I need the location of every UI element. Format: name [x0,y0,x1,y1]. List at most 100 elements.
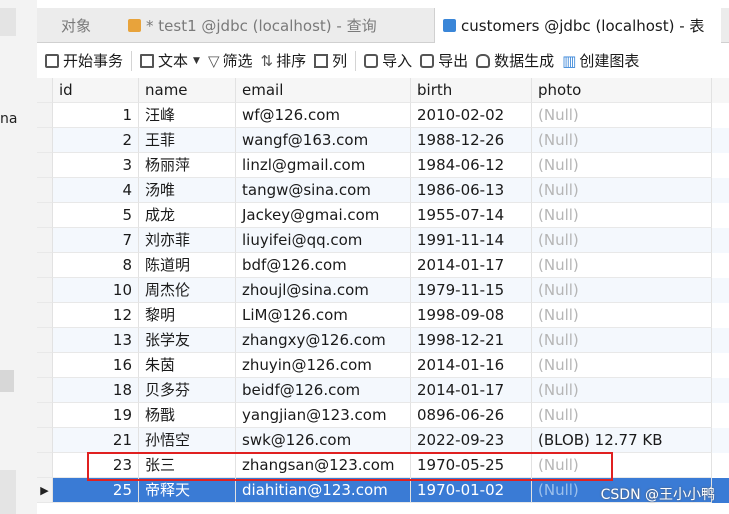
sidebar-scroll-bottom[interactable] [0,470,16,514]
cell-email[interactable]: beidf@126.com [236,378,411,403]
cell-name[interactable]: 孙悟空 [139,428,236,453]
cell-id[interactable]: 5 [53,203,139,228]
cell-name[interactable]: 张学友 [139,328,236,353]
text-button[interactable]: 文本 ▼ [140,50,200,71]
cell-photo[interactable]: (Null) [532,228,712,253]
filter-button[interactable]: ▽ 筛选 [208,50,253,71]
cell-id[interactable]: 7 [53,228,139,253]
table-row[interactable]: 10 周杰伦 zhoujl@sina.com 1979-11-15 (Null) [37,278,729,303]
cell-name[interactable]: 黎明 [139,303,236,328]
cell-email[interactable]: liuyifei@qq.com [236,228,411,253]
cell-photo[interactable]: (Null) [532,303,712,328]
cell-email[interactable]: zhuyin@126.com [236,353,411,378]
table-row[interactable]: 2 王菲 wangf@163.com 1988-12-26 (Null) [37,128,729,153]
cell-birth[interactable]: 1955-07-14 [411,203,532,228]
table-row[interactable]: 7 刘亦菲 liuyifei@qq.com 1991-11-14 (Null) [37,228,729,253]
sort-button[interactable]: ⇅ 排序 [261,50,307,71]
cell-birth[interactable]: 1984-06-12 [411,153,532,178]
cell-email[interactable]: Jackey@gmai.com [236,203,411,228]
cell-photo[interactable]: (Null) [532,453,712,478]
cell-photo[interactable]: (Null) [532,278,712,303]
row-marker[interactable] [37,278,53,303]
cell-birth[interactable]: 2014-01-16 [411,353,532,378]
cell-birth[interactable]: 0896-06-26 [411,403,532,428]
cell-name[interactable]: 贝多芬 [139,378,236,403]
cell-id[interactable]: 19 [53,403,139,428]
cell-birth[interactable]: 1970-01-02 [411,478,532,503]
row-marker[interactable] [37,178,53,203]
cell-photo[interactable]: (Null) [532,403,712,428]
cell-birth[interactable]: 1979-11-15 [411,278,532,303]
cell-birth[interactable]: 2010-02-02 [411,103,532,128]
columns-button[interactable]: 列 [314,50,347,71]
cell-birth[interactable]: 1988-12-26 [411,128,532,153]
table-row[interactable]: 16 朱茵 zhuyin@126.com 2014-01-16 (Null) [37,353,729,378]
row-marker[interactable] [37,328,53,353]
row-marker[interactable] [37,353,53,378]
cell-email[interactable]: tangw@sina.com [236,178,411,203]
row-marker[interactable] [37,378,53,403]
cell-id[interactable]: 10 [53,278,139,303]
cell-birth[interactable]: 2014-01-17 [411,253,532,278]
cell-name[interactable]: 朱茵 [139,353,236,378]
cell-birth[interactable]: 1998-12-21 [411,328,532,353]
cell-name[interactable]: 张三 [139,453,236,478]
cell-photo[interactable]: (Null) [532,253,712,278]
cell-id[interactable]: 21 [53,428,139,453]
cell-email[interactable]: zhangsan@123.com [236,453,411,478]
cell-photo[interactable]: (Null) [532,353,712,378]
column-header-photo[interactable]: photo [532,78,712,103]
table-row[interactable]: 8 陈道明 bdf@126.com 2014-01-17 (Null) [37,253,729,278]
table-row[interactable]: 4 汤唯 tangw@sina.com 1986-06-13 (Null) [37,178,729,203]
cell-photo[interactable]: (Null) [532,153,712,178]
cell-photo[interactable]: (BLOB) 12.77 KB [532,428,712,453]
cell-id[interactable]: 23 [53,453,139,478]
table-row[interactable]: 21 孙悟空 swk@126.com 2022-09-23 (BLOB) 12.77 K… [37,428,729,453]
table-row[interactable]: 3 杨丽萍 linzl@gmail.com 1984-06-12 (Null) [37,153,729,178]
cell-id[interactable]: 18 [53,378,139,403]
cell-id[interactable]: 8 [53,253,139,278]
chevron-down-icon[interactable]: ▼ [193,56,200,66]
cell-email[interactable]: yangjian@123.com [236,403,411,428]
row-marker[interactable] [37,303,53,328]
import-button[interactable]: 导入 [364,50,412,71]
sidebar-item-fragment[interactable]: na [0,111,17,127]
tab-customers-table[interactable]: customers @jdbc (localhost) - 表 [434,8,721,43]
cell-id[interactable]: 2 [53,128,139,153]
sidebar-scroll-top[interactable] [0,8,16,36]
table-row[interactable]: 13 张学友 zhangxy@126.com 1998-12-21 (Null) [37,328,729,353]
table-row[interactable]: 1 汪峰 wf@126.com 2010-02-02 (Null) [37,103,729,128]
cell-id[interactable]: 4 [53,178,139,203]
cell-name[interactable]: 陈道明 [139,253,236,278]
cell-photo[interactable]: (Null) [532,103,712,128]
cell-name[interactable]: 汤唯 [139,178,236,203]
cell-id[interactable]: 16 [53,353,139,378]
export-button[interactable]: 导出 [420,50,468,71]
cell-email[interactable]: bdf@126.com [236,253,411,278]
row-marker[interactable] [37,253,53,278]
cell-email[interactable]: wf@126.com [236,103,411,128]
table-row[interactable]: 19 杨戬 yangjian@123.com 0896-06-26 (Null) [37,403,729,428]
column-header-birth[interactable]: birth [411,78,532,103]
row-marker[interactable] [37,403,53,428]
cell-name[interactable]: 成龙 [139,203,236,228]
cell-email[interactable]: swk@126.com [236,428,411,453]
tab-objects[interactable]: 对象 [61,8,91,42]
table-row[interactable]: 18 贝多芬 beidf@126.com 2014-01-17 (Null) [37,378,729,403]
create-chart-button[interactable]: ▥ 创建图表 [562,50,639,71]
cell-birth[interactable]: 2014-01-17 [411,378,532,403]
cell-birth[interactable]: 2022-09-23 [411,428,532,453]
column-header-id[interactable]: id [53,78,139,103]
row-marker[interactable]: ▶ [37,478,53,503]
table-row[interactable]: 12 黎明 LiM@126.com 1998-09-08 (Null) [37,303,729,328]
column-header-name[interactable]: name [139,78,236,103]
cell-email[interactable]: linzl@gmail.com [236,153,411,178]
cell-name[interactable]: 王菲 [139,128,236,153]
table-row[interactable]: 23 张三 zhangsan@123.com 1970-05-25 (Null) [37,453,729,478]
cell-name[interactable]: 杨丽萍 [139,153,236,178]
cell-id[interactable]: 3 [53,153,139,178]
cell-photo[interactable]: (Null) [532,128,712,153]
generate-data-button[interactable]: 数据生成 [476,50,554,71]
cell-photo[interactable]: (Null) [532,178,712,203]
cell-birth[interactable]: 1970-05-25 [411,453,532,478]
